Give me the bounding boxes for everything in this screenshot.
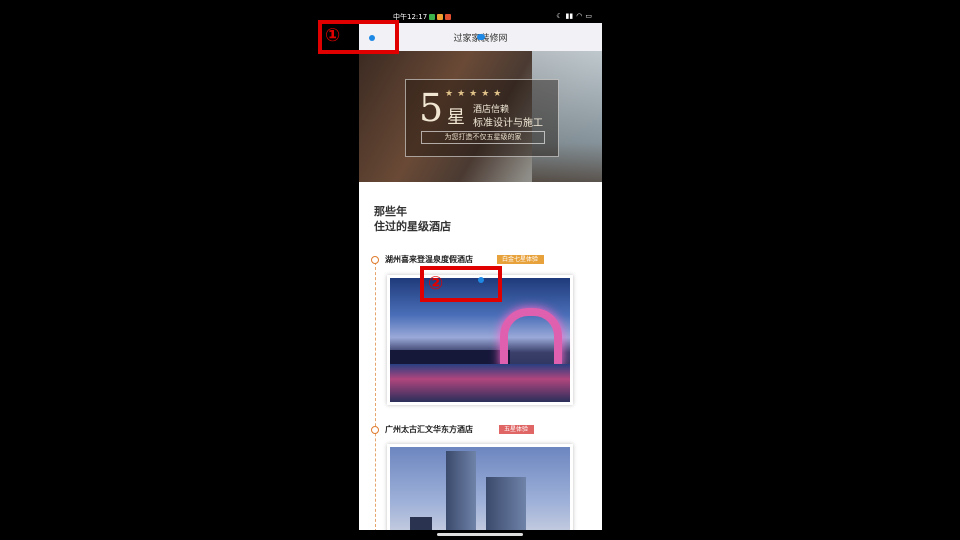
section-title: 那些年 住过的星级酒店	[374, 204, 451, 234]
gesture-bar	[359, 530, 602, 540]
section-title-line2: 住过的星级酒店	[374, 220, 451, 233]
wifi-icon: ◠	[576, 12, 583, 20]
timeline-dot-icon	[371, 426, 379, 434]
moon-icon: ☾	[556, 12, 563, 20]
app-notification-icon	[437, 14, 444, 20]
hero-line2: 标准设计与施工	[473, 118, 543, 129]
battery-icon: ▭	[585, 12, 592, 20]
app-notification-icon	[445, 14, 452, 20]
tower-shape	[446, 451, 476, 537]
home-indicator[interactable]	[437, 533, 523, 536]
star-rating-icon: ★★★★★	[445, 89, 506, 99]
content-area: 那些年 住过的星级酒店 湖州喜来登温泉度假酒店 白金七星体验 广州太古汇文华东方…	[359, 182, 602, 540]
status-right: ☾ ▮▮ ◠ ▭	[556, 12, 592, 20]
tower-shape	[486, 477, 526, 537]
hero-five: 5	[419, 86, 444, 130]
hotel-photo-card[interactable]	[387, 444, 573, 540]
hotel-name[interactable]: 广州太古汇文华东方酒店	[385, 424, 473, 435]
ring-building-shape	[500, 308, 562, 368]
app-notification-icon	[429, 14, 436, 20]
annotation-label-1: ①	[325, 25, 341, 46]
hotel-badge: 五星体验	[499, 425, 535, 434]
timeline-line	[375, 262, 376, 532]
annotation-label-2: ②	[428, 273, 444, 294]
hero-star-char: 星	[447, 107, 465, 128]
hotel-badge: 白金七星体验	[497, 255, 545, 264]
hotel-photo	[390, 447, 570, 537]
signal-icon: ▮▮	[565, 12, 574, 20]
timeline-dot-icon	[371, 256, 379, 264]
touch-indicator-icon	[478, 277, 484, 283]
water-shape	[390, 364, 570, 402]
status-left: 中午12:17	[393, 12, 452, 22]
hero-banner[interactable]: 5 星 ★★★★★ 酒店信赖 标准设计与施工 为您打造不仅五星级的家	[359, 51, 602, 182]
hero-tagline: 为您打造不仅五星级的家	[421, 131, 545, 144]
touch-indicator-icon	[477, 34, 485, 40]
hotel-name[interactable]: 湖州喜来登温泉度假酒店	[385, 254, 473, 265]
section-title-line1: 那些年	[374, 205, 407, 218]
